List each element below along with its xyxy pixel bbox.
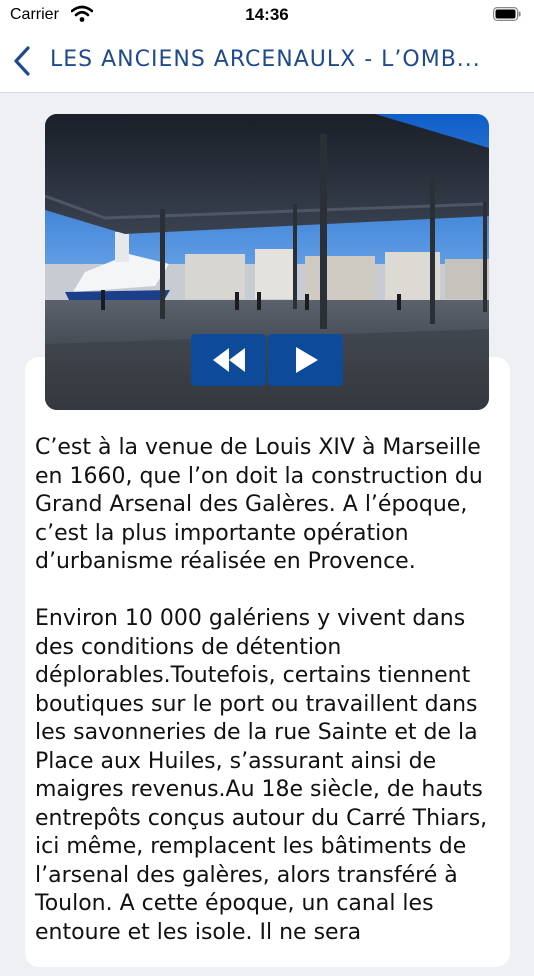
clock: 14:36 — [245, 5, 289, 24]
play-icon — [296, 347, 318, 373]
article-body: C’est à la venue de Louis XIV à Marseill… — [35, 434, 510, 976]
rewind-button[interactable] — [191, 334, 266, 386]
audio-controls — [191, 334, 343, 386]
article-paragraph: Environ 10 000 galériens y vivent dans d… — [35, 606, 488, 945]
battery-icon — [493, 7, 521, 21]
play-button[interactable] — [268, 334, 343, 386]
navigation-bar: LES ANCIENS ARCENAULX - L’OMB... — [0, 30, 534, 93]
article-paragraph: C’est à la venue de Louis XIV à Marseill… — [35, 435, 483, 574]
back-chevron-icon[interactable] — [8, 44, 38, 78]
status-bar: Carrier 14:36 — [0, 0, 534, 30]
page-title: LES ANCIENS ARCENAULX - L’OMB... — [50, 47, 481, 72]
rewind-icon — [213, 348, 245, 372]
